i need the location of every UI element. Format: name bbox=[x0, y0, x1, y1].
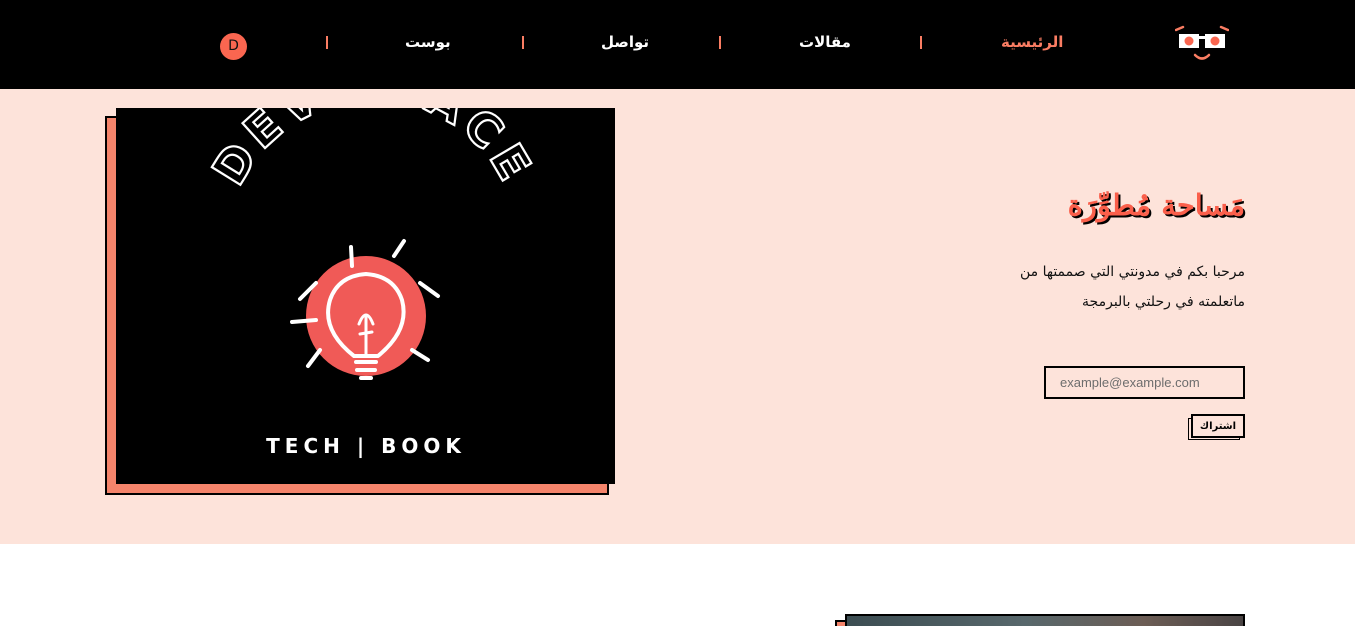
nav-link-post[interactable]: بوست bbox=[405, 33, 451, 51]
hero-title: مَساحة مُطوِّرَة bbox=[1067, 188, 1245, 222]
email-input[interactable] bbox=[1044, 366, 1245, 399]
nav-separator bbox=[522, 36, 524, 49]
lightbulb-icon bbox=[290, 239, 440, 380]
smiley-glasses-icon[interactable] bbox=[1174, 24, 1230, 64]
nav-link-contact[interactable]: تواصل bbox=[601, 33, 649, 51]
svg-text:DEV SPACE: DEV SPACE bbox=[202, 108, 545, 194]
subscribe-button[interactable]: اشتراك bbox=[1191, 414, 1245, 438]
nav-separator bbox=[326, 36, 328, 49]
nav-separator bbox=[920, 36, 922, 49]
article-card-image[interactable] bbox=[845, 614, 1245, 626]
hero-image-caption: TECH | BOOK bbox=[266, 434, 466, 458]
user-avatar[interactable]: D bbox=[220, 33, 247, 60]
top-navbar: الرئيسية مقالات تواصل بوست D bbox=[0, 0, 1355, 89]
hero-image-arc-text: DEV SPACE bbox=[200, 108, 539, 195]
hero-description: مرحبا بكم في مدونتي التي صممتها من ماتعل… bbox=[1020, 264, 1245, 310]
hero-image: DEV SPACE TECH | BOOK bbox=[116, 108, 615, 484]
nav-link-articles[interactable]: مقالات bbox=[799, 33, 851, 51]
nav-link-home[interactable]: الرئيسية bbox=[1001, 33, 1063, 51]
nav-separator bbox=[719, 36, 721, 49]
